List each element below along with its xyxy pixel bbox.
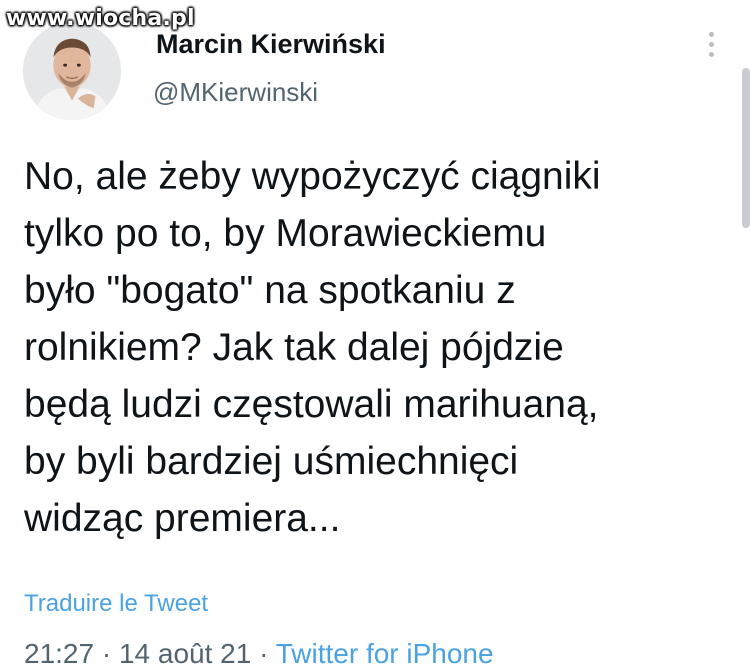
tweet-line: tylko po to, by Morawieckiemu	[24, 212, 547, 255]
tweet-text: No, ale żeby wypożyczyć ciągniki tylko p…	[24, 148, 724, 547]
tweet-date[interactable]: 14 août 21	[119, 638, 251, 669]
tweet-time[interactable]: 21:27	[24, 638, 94, 669]
tweet-line: było "bogato" na spotkaniu z	[24, 269, 516, 312]
tweet-line: będą ludzi częstowali marihuaną,	[24, 383, 599, 426]
tweet-source-link[interactable]: Twitter for iPhone	[276, 638, 494, 669]
tweet-line: rolnikiem? Jak tak dalej pójdzie	[24, 326, 564, 369]
more-options-icon[interactable]	[704, 32, 718, 62]
scrollbar[interactable]	[742, 68, 750, 228]
tweet-line: No, ale żeby wypożyczyć ciągniki	[24, 155, 601, 198]
author-handle[interactable]: @MKierwinski	[153, 77, 318, 108]
tweet-line: widząc premiera...	[24, 497, 341, 540]
separator: ·	[251, 638, 276, 669]
translate-tweet-link[interactable]: Traduire le Tweet	[24, 590, 208, 618]
author-name[interactable]: Marcin Kierwiński	[156, 29, 386, 60]
tweet-meta: 21:27 · 14 août 21 · Twitter for iPhone	[24, 638, 494, 670]
watermark: www.wiocha.pl	[6, 6, 195, 31]
tweet-line: by byli bardziej uśmiechnięci	[24, 440, 519, 483]
avatar[interactable]	[23, 22, 121, 120]
separator: ·	[94, 638, 119, 669]
avatar-photo	[23, 22, 121, 120]
